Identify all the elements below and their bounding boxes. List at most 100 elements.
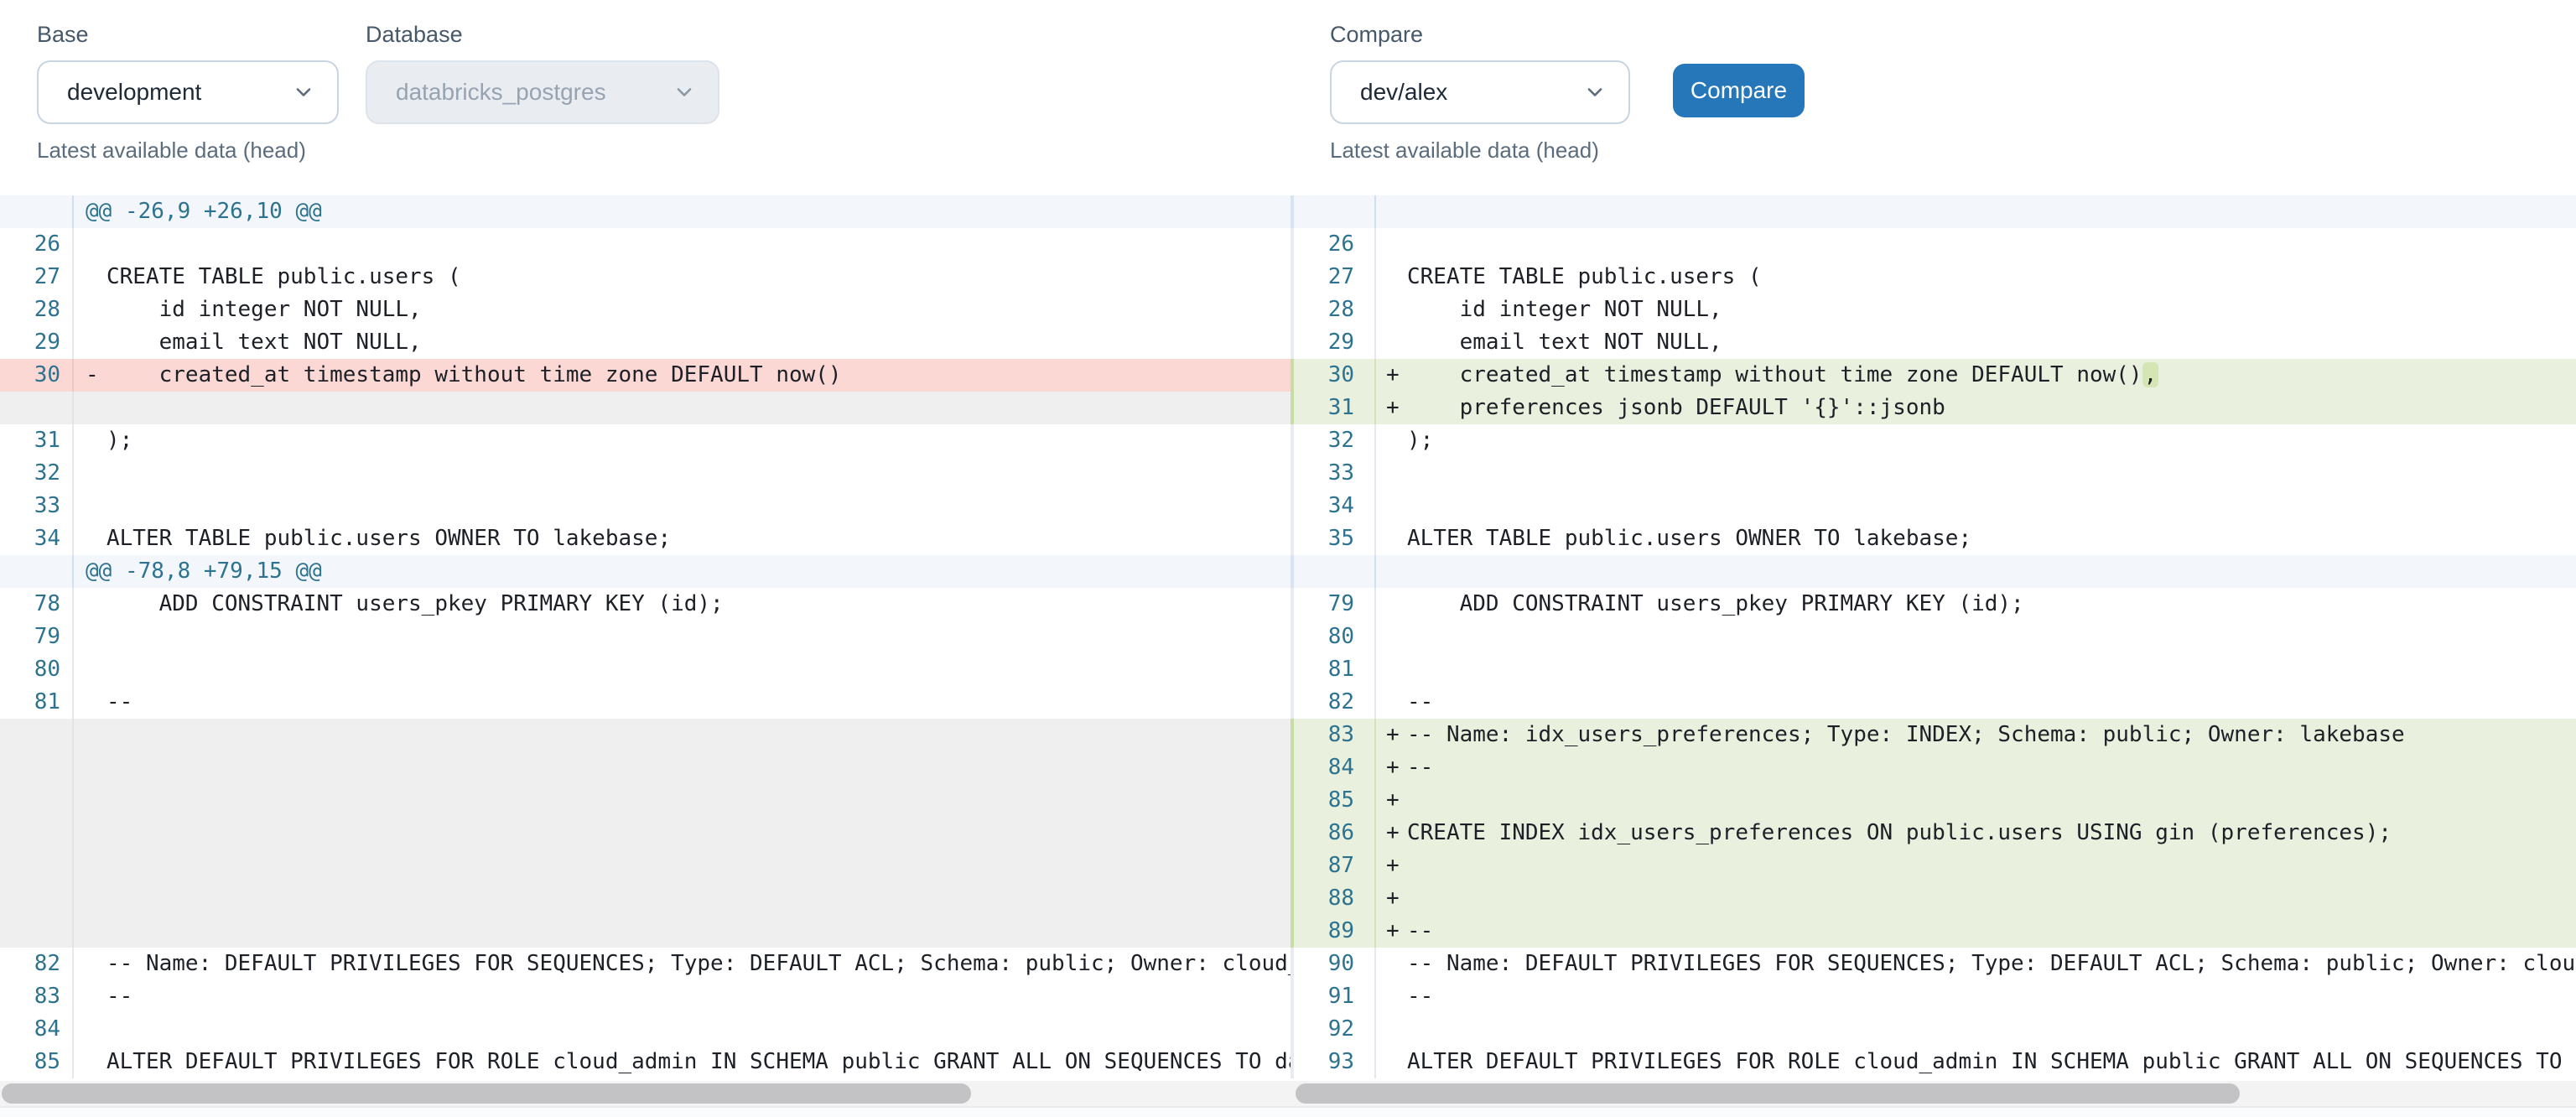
code-text: +-- Name: idx_users_preferences; Type: I… xyxy=(1376,719,2576,751)
line-number xyxy=(0,849,74,882)
diff-line-row: 31); xyxy=(0,424,1291,457)
diff-line-row: 33 xyxy=(0,490,1291,522)
line-number xyxy=(1294,195,1376,228)
code-text xyxy=(74,849,1291,882)
diff-marker: + xyxy=(1386,784,1407,817)
chevron-down-icon xyxy=(292,81,315,104)
database-label: Database xyxy=(366,22,463,48)
diff-line-row: 78 ADD CONSTRAINT users_pkey PRIMARY KEY… xyxy=(0,588,1291,621)
line-number: 80 xyxy=(1294,621,1376,653)
left-scrollbar-thumb[interactable] xyxy=(2,1083,971,1104)
code-text xyxy=(1376,653,2576,686)
hunk-header-row xyxy=(1291,555,2576,588)
compare-button[interactable]: Compare xyxy=(1673,64,1805,117)
code-text: + xyxy=(1376,882,2576,915)
base-label: Base xyxy=(37,22,89,48)
diff-line-row: 90-- Name: DEFAULT PRIVILEGES FOR SEQUEN… xyxy=(1291,948,2576,980)
diff-line-row: 84+-- xyxy=(1291,751,2576,784)
diff-compare-panel: 2627CREATE TABLE public.users (28 id int… xyxy=(1291,195,2576,1078)
code-text xyxy=(1376,621,2576,653)
line-number xyxy=(0,195,74,228)
code-text xyxy=(74,228,1291,261)
compare-label: Compare xyxy=(1330,22,1423,48)
line-number: 34 xyxy=(1294,490,1376,522)
code-text xyxy=(74,719,1291,751)
line-number: 87 xyxy=(1294,849,1376,882)
line-number: 82 xyxy=(0,948,74,980)
compare-select[interactable]: dev/alex xyxy=(1330,60,1630,124)
code-text: +-- xyxy=(1376,751,2576,784)
line-number: 27 xyxy=(1294,261,1376,294)
diff-line-row: 32); xyxy=(1291,424,2576,457)
filler-row xyxy=(0,849,1291,882)
diff-view: @@ -26,9 +26,10 @@2627CREATE TABLE publi… xyxy=(0,195,2576,1078)
code-text: -- xyxy=(1376,980,2576,1013)
hunk-header-text xyxy=(1376,195,2576,228)
code-text: +CREATE INDEX idx_users_preferences ON p… xyxy=(1376,817,2576,849)
diff-line-row: 26 xyxy=(0,228,1291,261)
code-text: + xyxy=(1376,849,2576,882)
diff-line-row: 82-- Name: DEFAULT PRIVILEGES FOR SEQUEN… xyxy=(0,948,1291,980)
code-text: id integer NOT NULL, xyxy=(1376,294,2576,326)
diff-line-row: 79 xyxy=(0,621,1291,653)
line-number: 85 xyxy=(0,1046,74,1078)
diff-line-row: 29 email text NOT NULL, xyxy=(1291,326,2576,359)
base-select[interactable]: development xyxy=(37,60,339,124)
line-number: 34 xyxy=(0,522,74,555)
line-number: 85 xyxy=(1294,784,1376,817)
hunk-header-row: @@ -26,9 +26,10 @@ xyxy=(0,195,1291,228)
line-number: 84 xyxy=(1294,751,1376,784)
line-number xyxy=(0,392,74,424)
line-number: 83 xyxy=(0,980,74,1013)
line-number: 79 xyxy=(1294,588,1376,621)
code-text xyxy=(74,915,1291,948)
code-text xyxy=(74,490,1291,522)
filler-row xyxy=(0,751,1291,784)
code-text: + created_at timestamp without time zone… xyxy=(1376,359,2576,392)
line-number: 29 xyxy=(1294,326,1376,359)
code-text: CREATE TABLE public.users ( xyxy=(1376,261,2576,294)
hunk-header-row xyxy=(1291,195,2576,228)
diff-line-row: 27CREATE TABLE public.users ( xyxy=(1291,261,2576,294)
diff-line-row: 81 xyxy=(1291,653,2576,686)
diff-marker: + xyxy=(1386,751,1407,784)
code-text: ALTER DEFAULT PRIVILEGES FOR ROLE cloud_… xyxy=(74,1046,1291,1078)
code-text: -- Name: DEFAULT PRIVILEGES FOR SEQUENCE… xyxy=(1376,948,2576,980)
diff-line-row: 84 xyxy=(0,1013,1291,1046)
diff-line-row: 89+-- xyxy=(1291,915,2576,948)
line-number: 30 xyxy=(1294,359,1376,392)
code-text xyxy=(1376,490,2576,522)
base-head-subtext: Latest available data (head) xyxy=(37,138,306,164)
code-text: ADD CONSTRAINT users_pkey PRIMARY KEY (i… xyxy=(1376,588,2576,621)
right-scrollbar-thumb[interactable] xyxy=(1296,1083,2240,1104)
code-text xyxy=(1376,228,2576,261)
line-number: 81 xyxy=(0,686,74,719)
line-number: 86 xyxy=(1294,817,1376,849)
code-text: email text NOT NULL, xyxy=(74,326,1291,359)
line-number: 79 xyxy=(0,621,74,653)
line-number xyxy=(0,817,74,849)
line-number: 83 xyxy=(1294,719,1376,751)
left-horizontal-scrollbar xyxy=(0,1081,1291,1106)
filler-row xyxy=(0,817,1291,849)
line-number xyxy=(0,751,74,784)
code-text xyxy=(1376,457,2576,490)
line-number: 93 xyxy=(1294,1046,1376,1078)
right-horizontal-scrollbar xyxy=(1291,1081,2576,1106)
line-number: 33 xyxy=(0,490,74,522)
code-text: -- xyxy=(1376,686,2576,719)
diff-line-row: 83+-- Name: idx_users_preferences; Type:… xyxy=(1291,719,2576,751)
line-number: 28 xyxy=(0,294,74,326)
code-text: email text NOT NULL, xyxy=(1376,326,2576,359)
database-select: databricks_postgres xyxy=(366,60,719,124)
diff-marker: + xyxy=(1386,882,1407,915)
schema-diff-page: Base development Database databricks_pos… xyxy=(0,0,2576,1117)
code-text xyxy=(74,457,1291,490)
line-number: 26 xyxy=(0,228,74,261)
code-text: + preferences jsonb DEFAULT '{}'::jsonb xyxy=(1376,392,2576,424)
compare-head-subtext: Latest available data (head) xyxy=(1330,138,1599,164)
line-number: 32 xyxy=(0,457,74,490)
code-text: CREATE TABLE public.users ( xyxy=(74,261,1291,294)
line-number: 89 xyxy=(1294,915,1376,948)
code-text: id integer NOT NULL, xyxy=(74,294,1291,326)
